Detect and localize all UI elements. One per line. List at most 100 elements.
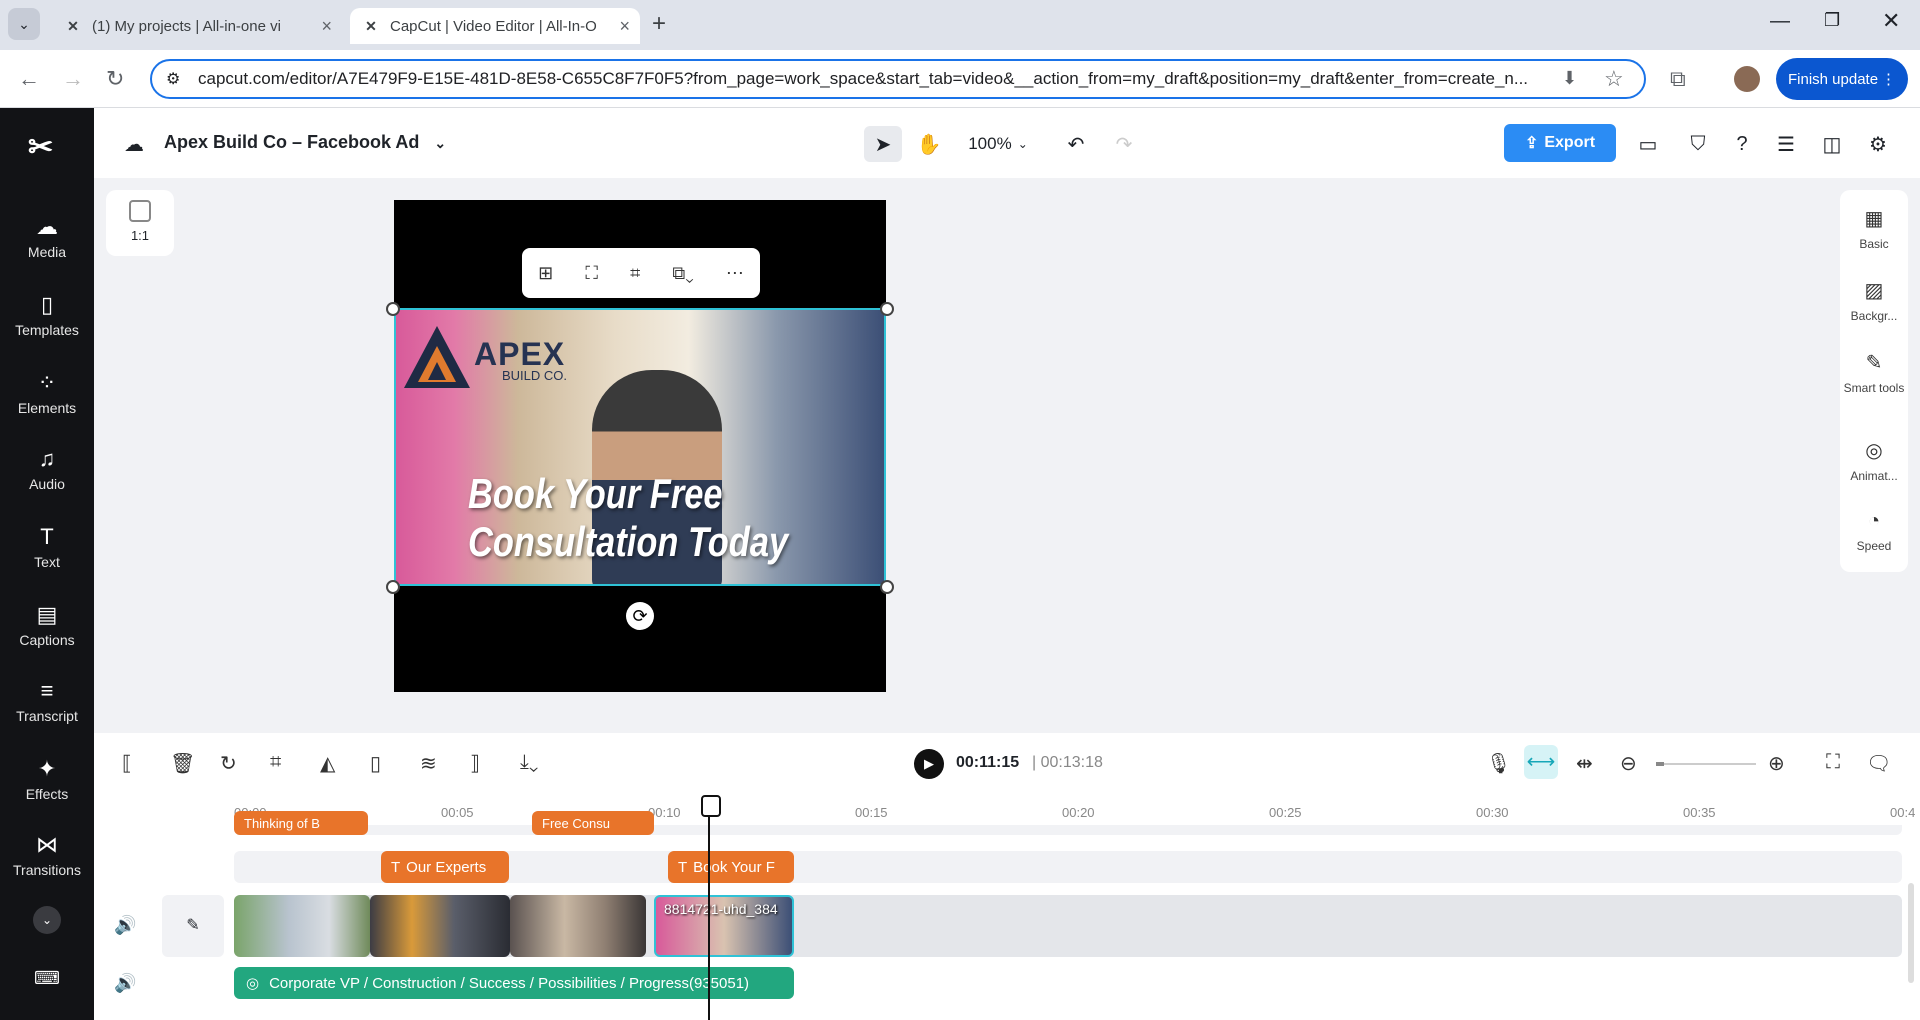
microphone-icon[interactable]: 🎙 (1486, 751, 1511, 776)
shield-check-icon[interactable]: ⛉ (1682, 126, 1714, 162)
auto-snap-icon[interactable]: ⟷ (1524, 745, 1558, 779)
sidebar-item-transitions[interactable]: ⋈ Transitions (0, 832, 94, 878)
help-icon[interactable]: ? (1726, 126, 1758, 162)
track-volume-icon[interactable]: 🔊 (114, 973, 136, 994)
play-button[interactable]: ▶ (914, 749, 944, 779)
track-volume-icon[interactable]: 🔊 (114, 915, 136, 936)
loop-icon[interactable]: ↻ (220, 751, 237, 776)
present-icon[interactable]: ▭ (1632, 126, 1664, 162)
more-tools-button[interactable]: ⌄ (33, 906, 61, 934)
layout-panel-icon[interactable]: ◫ (1816, 126, 1848, 162)
timeline-scrollbar[interactable] (1908, 883, 1914, 983)
mask-icon[interactable]: ⧉⌄ (672, 263, 693, 284)
close-tab-icon[interactable]: × (619, 16, 630, 37)
video-clip-kitchen[interactable] (510, 895, 646, 957)
aspect-ratio-button[interactable]: 1:1 (106, 190, 174, 256)
fullscreen-icon[interactable]: ⛶ (1826, 751, 1840, 774)
video-clip-workers[interactable] (370, 895, 510, 957)
zoom-slider[interactable] (1656, 762, 1756, 766)
video-preview-frame[interactable]: APEX BUILD CO. Book Your Free Consultati… (386, 200, 894, 692)
new-tab-button[interactable]: + (652, 10, 666, 38)
timeline-playhead[interactable] (701, 795, 721, 1020)
adjust-icon[interactable]: ≋ (420, 751, 437, 776)
select-tool-button[interactable]: ➤ (864, 126, 902, 162)
hand-tool-button[interactable]: ✋ (910, 126, 948, 162)
sidebar-item-transcript[interactable]: ≡ Transcript (0, 678, 94, 724)
finish-update-button[interactable]: Finish update ⋮ (1776, 58, 1908, 100)
panel-item-speed[interactable]: ◔ Speed (1840, 510, 1908, 553)
resize-handle-bl[interactable] (386, 580, 400, 594)
minimize-icon[interactable]: — (1770, 10, 1790, 33)
bookmark-star-icon[interactable]: ☆ (1604, 66, 1624, 92)
feedback-icon[interactable]: 🗨 (1866, 751, 1891, 776)
panel-item-basic[interactable]: ▦ Basic (1840, 206, 1908, 251)
focus-frame-icon[interactable]: ⛶ (585, 263, 598, 284)
settings-gear-icon[interactable]: ⚙ (1862, 126, 1894, 162)
chevron-down-icon[interactable]: ⌄ (434, 135, 446, 151)
reload-icon[interactable]: ↻ (106, 66, 124, 92)
zoom-in-icon[interactable]: ⊕ (1768, 751, 1785, 776)
fit-icon[interactable]: ▯ (370, 751, 381, 776)
headline-text[interactable]: Book Your Free Consultation Today (468, 470, 796, 566)
zoom-slider-handle[interactable] (1656, 762, 1664, 766)
text-clip[interactable]: Thinking of B (234, 811, 368, 835)
sidebar-item-captions[interactable]: ▤ Captions (0, 602, 94, 648)
install-app-icon[interactable]: ⬇ (1562, 68, 1577, 89)
split-view-icon[interactable]: ⇹ (1576, 751, 1593, 776)
sidebar-item-effects[interactable]: ✦ Effects (0, 756, 94, 802)
redo-button[interactable]: ↷ (1108, 126, 1140, 162)
resize-handle-br[interactable] (880, 580, 894, 594)
more-options-icon[interactable]: ⋯ (726, 263, 744, 284)
tab-capcut-editor[interactable]: ✕ CapCut | Video Editor | All-In-O × (350, 8, 640, 44)
capcut-logo[interactable]: ✂ (28, 130, 53, 165)
zoom-dropdown[interactable]: 100% ⌄ (960, 126, 1036, 162)
close-window-icon[interactable]: ✕ (1882, 8, 1900, 34)
resize-handle-tr[interactable] (880, 302, 894, 316)
undo-button[interactable]: ↶ (1060, 126, 1092, 162)
crop-icon[interactable]: ⌗ (630, 263, 640, 284)
url-input[interactable]: ⚙ capcut.com/editor/A7E479F9-E15E-481D-8… (150, 59, 1646, 99)
close-tab-icon[interactable]: × (321, 16, 332, 37)
panel-item-animation[interactable]: ◎ Animat... (1840, 438, 1908, 483)
flip-icon[interactable]: ◭ (320, 751, 335, 776)
zoom-out-icon[interactable]: ⊖ (1620, 751, 1637, 776)
video-clip-house[interactable] (234, 895, 370, 957)
download-icon[interactable]: ⤓⌄ (520, 751, 538, 774)
keyboard-shortcuts-icon[interactable]: ⌨ (34, 968, 60, 989)
export-button[interactable]: ⇪ Export (1504, 124, 1616, 162)
rotate-icon[interactable]: ⟳ (626, 602, 654, 630)
sidebar-item-templates[interactable]: ▯ Templates (0, 292, 94, 338)
tab-my-projects[interactable]: ✕ (1) My projects | All-in-one vi × (52, 8, 342, 44)
site-info-icon[interactable]: ⚙ (166, 69, 180, 89)
split-icon[interactable]: ⟦ (122, 751, 132, 776)
replace-image-icon[interactable]: ⊞ (538, 263, 553, 284)
resize-handle-tl[interactable] (386, 302, 400, 316)
panel-item-smart-tools[interactable]: ✎ Smart tools (1840, 350, 1908, 395)
layers-icon[interactable]: ☰ (1770, 126, 1802, 162)
edit-cover-button[interactable]: ✎ (162, 895, 224, 957)
back-icon[interactable]: ← (18, 66, 40, 92)
video-clip-consultation[interactable]: 8814721-uhd_384 (654, 895, 794, 957)
text-clip-book-your-free[interactable]: T Book Your F (668, 851, 794, 883)
profile-avatar[interactable] (1734, 66, 1760, 92)
timeline-ruler[interactable]: 00:00 00:05 00:10 00:15 00:20 00:25 00:3… (234, 801, 1920, 825)
text-clip[interactable]: Free Consu (532, 811, 654, 835)
extensions-icon[interactable]: ⧉ (1670, 66, 1686, 92)
selected-video-clip[interactable]: APEX BUILD CO. Book Your Free Consultati… (394, 308, 886, 586)
delete-icon[interactable]: 🗑 (170, 751, 195, 776)
more-menu-icon[interactable]: ⋮ (1881, 70, 1896, 88)
sidebar-item-media[interactable]: ☁ Media (0, 214, 94, 260)
tab-search-button[interactable]: ⌄ (8, 8, 40, 40)
crop-icon[interactable]: ⌗ (270, 751, 281, 774)
audio-clip[interactable]: ◎ Corporate VP / Construction / Success /… (234, 967, 794, 999)
restore-icon[interactable]: ❐ (1824, 10, 1840, 31)
project-title[interactable]: Apex Build Co – Facebook Ad ⌄ (164, 132, 446, 153)
sidebar-item-audio[interactable]: ♫ Audio (0, 446, 94, 492)
text-clip-our-experts[interactable]: T Our Experts (381, 851, 509, 883)
panel-item-background[interactable]: ▨ Backgr... (1840, 278, 1908, 323)
text-icon: T (678, 858, 688, 876)
sidebar-item-elements[interactable]: ⁘ Elements (0, 370, 94, 416)
sidebar-item-text[interactable]: T Text (0, 524, 94, 570)
forward-icon[interactable]: → (62, 66, 84, 92)
trim-icon[interactable]: ⟧ (470, 751, 480, 776)
